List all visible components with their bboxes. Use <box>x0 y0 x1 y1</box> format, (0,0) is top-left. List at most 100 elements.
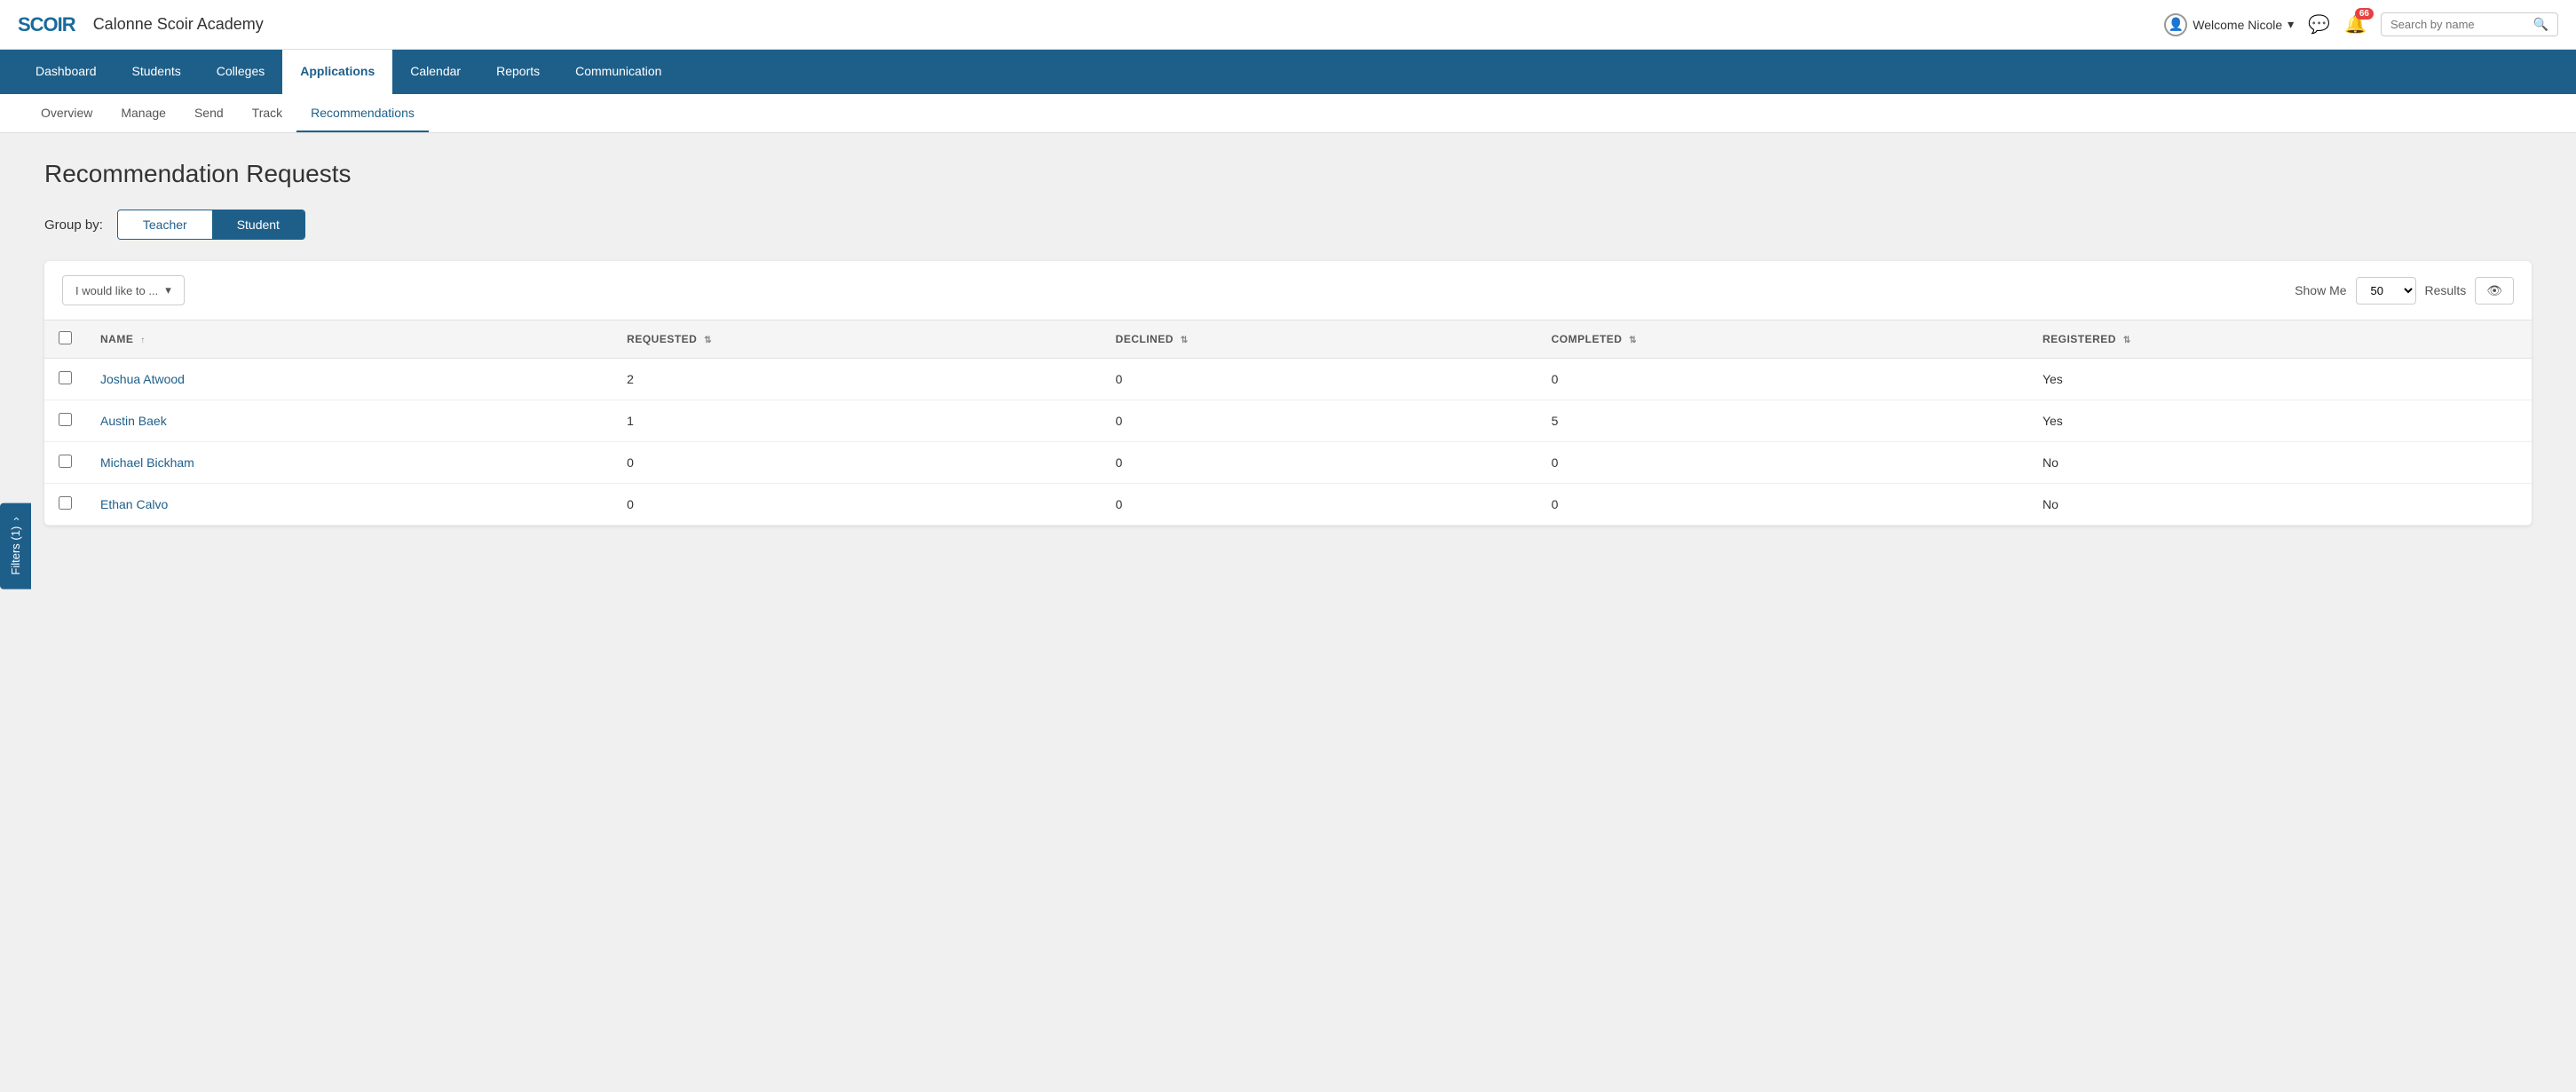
nav-item-applications[interactable]: Applications <box>282 50 392 94</box>
search-icon: 🔍 <box>2533 17 2548 32</box>
search-input[interactable] <box>2390 18 2533 31</box>
student-name-link-2[interactable]: Michael Bickham <box>100 455 194 470</box>
row-name-0: Joshua Atwood <box>86 359 612 400</box>
show-me-row: Show Me 50 25 100 Results 👁 <box>2295 277 2514 305</box>
nav-item-colleges[interactable]: Colleges <box>199 50 282 94</box>
row-checkbox-cell-1 <box>44 400 86 442</box>
top-bar: SCOIR Calonne Scoir Academy 👤 Welcome Ni… <box>0 0 2576 50</box>
notification-badge: 66 <box>2355 8 2374 20</box>
group-by-teacher-button[interactable]: Teacher <box>118 210 212 239</box>
recommendations-table: NAME ↑ REQUESTED ⇅ DECLINED ⇅ COMPLETED … <box>44 320 2532 526</box>
sub-nav-item-manage[interactable]: Manage <box>107 94 180 132</box>
requested-sort-icon[interactable]: ⇅ <box>704 336 712 345</box>
declined-sort-icon[interactable]: ⇅ <box>1181 336 1189 345</box>
nav-item-students[interactable]: Students <box>115 50 199 94</box>
row-checkbox-cell-2 <box>44 442 86 484</box>
chevron-right-icon: › <box>9 517 22 520</box>
row-checkbox-2[interactable] <box>59 455 72 468</box>
welcome-dropdown[interactable]: 👤 Welcome Nicole ▾ <box>2164 13 2294 36</box>
nav-item-reports[interactable]: Reports <box>478 50 557 94</box>
row-declined-2: 0 <box>1102 442 1537 484</box>
logo: SCOIR <box>18 13 75 36</box>
row-declined-3: 0 <box>1102 484 1537 526</box>
sub-nav-item-recommendations[interactable]: Recommendations <box>296 94 429 132</box>
table-header: NAME ↑ REQUESTED ⇅ DECLINED ⇅ COMPLETED … <box>44 320 2532 359</box>
sub-nav-item-send[interactable]: Send <box>180 94 238 132</box>
sub-nav-item-track[interactable]: Track <box>238 94 296 132</box>
table-body: Joshua Atwood 2 0 0 Yes Austin Baek 1 0 … <box>44 359 2532 526</box>
dropdown-chevron-icon: ▾ <box>165 283 171 297</box>
completed-sort-icon[interactable]: ⇅ <box>1629 336 1637 345</box>
row-completed-1: 5 <box>1537 400 2028 442</box>
filters-tab-button[interactable]: Filters (1) › <box>0 502 31 589</box>
row-checkbox-1[interactable] <box>59 413 72 426</box>
top-search-box: 🔍 <box>2381 12 2558 36</box>
group-by-label: Group by: <box>44 218 103 233</box>
action-dropdown[interactable]: I would like to ... ▾ <box>62 275 185 305</box>
group-by-buttons: Teacher Student <box>117 210 305 240</box>
main-content: Recommendation Requests Group by: Teache… <box>0 133 2576 552</box>
header-requested: REQUESTED ⇅ <box>612 320 1102 359</box>
chat-icon[interactable]: 💬 <box>2308 13 2330 36</box>
row-checkbox-cell-3 <box>44 484 86 526</box>
row-checkbox-cell-0 <box>44 359 86 400</box>
row-registered-2: No <box>2028 442 2532 484</box>
user-avatar-icon: 👤 <box>2164 13 2187 36</box>
row-registered-1: Yes <box>2028 400 2532 442</box>
results-eye-button[interactable]: 👁 <box>2475 277 2514 305</box>
table-row: Michael Bickham 0 0 0 No <box>44 442 2532 484</box>
welcome-label: Welcome Nicole <box>2193 18 2282 32</box>
row-name-2: Michael Bickham <box>86 442 612 484</box>
sub-nav-item-overview[interactable]: Overview <box>27 94 107 132</box>
action-dropdown-label: I would like to ... <box>75 284 158 297</box>
page-title: Recommendation Requests <box>44 160 2532 188</box>
row-requested-3: 0 <box>612 484 1102 526</box>
group-by-row: Group by: Teacher Student <box>44 210 2532 240</box>
select-all-checkbox[interactable] <box>59 331 72 344</box>
row-completed-2: 0 <box>1537 442 2028 484</box>
row-checkbox-3[interactable] <box>59 496 72 510</box>
bell-icon[interactable]: 🔔 66 <box>2344 13 2367 36</box>
header-registered: REGISTERED ⇅ <box>2028 320 2532 359</box>
main-nav: DashboardStudentsCollegesApplicationsCal… <box>0 50 2576 94</box>
student-name-link-1[interactable]: Austin Baek <box>100 414 167 428</box>
table-toolbar: I would like to ... ▾ Show Me 50 25 100 … <box>44 261 2532 320</box>
header-declined: DECLINED ⇅ <box>1102 320 1537 359</box>
nav-item-calendar[interactable]: Calendar <box>392 50 478 94</box>
row-checkbox-0[interactable] <box>59 371 72 384</box>
row-completed-0: 0 <box>1537 359 2028 400</box>
table-card: I would like to ... ▾ Show Me 50 25 100 … <box>44 261 2532 526</box>
group-by-student-button[interactable]: Student <box>212 210 304 239</box>
table-header-row: NAME ↑ REQUESTED ⇅ DECLINED ⇅ COMPLETED … <box>44 320 2532 359</box>
results-label: Results <box>2425 283 2467 297</box>
student-name-link-3[interactable]: Ethan Calvo <box>100 497 168 511</box>
filters-sidebar: Filters (1) › <box>0 502 31 589</box>
sub-nav: OverviewManageSendTrackRecommendations <box>0 94 2576 133</box>
table-row: Joshua Atwood 2 0 0 Yes <box>44 359 2532 400</box>
nav-item-dashboard[interactable]: Dashboard <box>18 50 115 94</box>
academy-name: Calonne Scoir Academy <box>93 15 2165 34</box>
row-declined-1: 0 <box>1102 400 1537 442</box>
show-me-select[interactable]: 50 25 100 <box>2356 277 2416 305</box>
row-completed-3: 0 <box>1537 484 2028 526</box>
table-row: Austin Baek 1 0 5 Yes <box>44 400 2532 442</box>
row-requested-0: 2 <box>612 359 1102 400</box>
show-me-label: Show Me <box>2295 283 2346 297</box>
row-declined-0: 0 <box>1102 359 1537 400</box>
name-sort-icon[interactable]: ↑ <box>140 336 146 345</box>
top-right-area: 👤 Welcome Nicole ▾ 💬 🔔 66 🔍 <box>2164 12 2558 36</box>
row-requested-2: 0 <box>612 442 1102 484</box>
student-name-link-0[interactable]: Joshua Atwood <box>100 372 185 386</box>
header-name: NAME ↑ <box>86 320 612 359</box>
registered-sort-icon[interactable]: ⇅ <box>2123 336 2131 345</box>
header-completed: COMPLETED ⇅ <box>1537 320 2028 359</box>
header-checkbox-col <box>44 320 86 359</box>
row-name-3: Ethan Calvo <box>86 484 612 526</box>
sub-nav-items: OverviewManageSendTrackRecommendations <box>27 94 429 132</box>
row-registered-0: Yes <box>2028 359 2532 400</box>
row-registered-3: No <box>2028 484 2532 526</box>
nav-item-communication[interactable]: Communication <box>557 50 679 94</box>
chevron-down-icon: ▾ <box>2288 17 2294 32</box>
filters-tab-label: Filters (1) <box>9 526 22 575</box>
table-row: Ethan Calvo 0 0 0 No <box>44 484 2532 526</box>
